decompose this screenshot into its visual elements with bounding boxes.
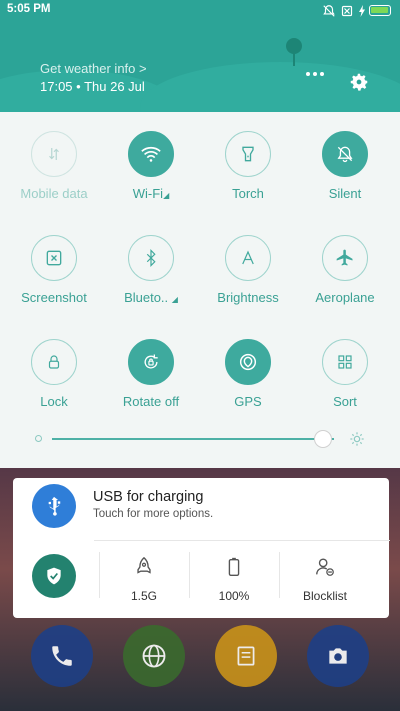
usb-icon <box>32 484 76 528</box>
tile-sort[interactable]: Sort <box>297 339 393 409</box>
brightness-low-icon <box>35 435 42 442</box>
battery-status-icon <box>369 5 391 16</box>
shield-check-icon <box>47 567 61 585</box>
screenshot-icon <box>31 235 77 281</box>
silent-status-icon <box>323 5 335 17</box>
notification-subtitle: Touch for more options. <box>93 508 214 520</box>
phone-icon <box>52 646 72 666</box>
quick-settings-header <box>0 0 400 118</box>
globe-icon <box>142 644 166 668</box>
torch-icon <box>225 131 271 177</box>
notes-icon <box>237 646 255 666</box>
status-time: 5:05 PM <box>7 3 51 15</box>
tile-gps[interactable]: GPS <box>200 339 296 409</box>
more-icon[interactable] <box>306 72 324 76</box>
brightness-high-icon <box>350 432 364 446</box>
tile-bluetooth[interactable]: Blueto.. ◢ <box>103 235 199 305</box>
grid-icon <box>322 339 368 385</box>
divider <box>279 552 280 598</box>
rocket-icon <box>137 556 151 574</box>
brightness-a-icon <box>225 235 271 281</box>
camera-icon <box>329 648 347 664</box>
silent-bell-icon <box>322 131 368 177</box>
aeroplane-icon <box>322 235 368 281</box>
charging-bolt-icon <box>359 5 365 17</box>
shortcut-memory-boost[interactable]: 1.5G <box>100 556 188 603</box>
battery-icon <box>228 557 240 576</box>
notification-title: USB for charging <box>93 489 204 505</box>
gps-icon <box>225 339 271 385</box>
tree-trunk-decoration <box>293 52 295 66</box>
tile-wifi[interactable]: Wi-Fi◢ <box>103 131 199 201</box>
tile-rotate-off[interactable]: Rotate off <box>103 339 199 409</box>
expand-arrow-icon: ◢ <box>171 295 178 304</box>
bluetooth-icon <box>128 235 174 281</box>
brightness-slider-track[interactable] <box>52 438 334 440</box>
weather-link[interactable]: Get weather info > <box>40 61 147 76</box>
notes-app-icon[interactable] <box>215 625 277 687</box>
blocklist-icon <box>316 558 334 576</box>
tile-torch[interactable]: Torch <box>200 131 296 201</box>
camera-app-icon[interactable] <box>307 625 369 687</box>
gear-icon[interactable] <box>348 71 370 93</box>
date-time: 17:05 • Thu 26 Jul <box>40 79 145 94</box>
tile-screenshot[interactable]: Screenshot <box>6 235 102 305</box>
lock-icon <box>31 339 77 385</box>
expand-arrow-icon: ◢ <box>163 191 170 200</box>
tile-mobile-data[interactable]: Mobile data <box>6 131 102 201</box>
browser-app-icon[interactable] <box>123 625 185 687</box>
divider <box>94 540 390 541</box>
shortcut-battery[interactable]: 100% <box>190 556 278 603</box>
wifi-icon <box>128 131 174 177</box>
tile-silent[interactable]: Silent <box>297 131 393 201</box>
tile-aeroplane[interactable]: Aeroplane <box>297 235 393 305</box>
tile-lock[interactable]: Lock <box>6 339 102 409</box>
phone-app-icon[interactable] <box>31 625 93 687</box>
mobile-data-icon <box>31 131 77 177</box>
brightness-slider-thumb[interactable] <box>313 430 332 448</box>
no-sim-icon <box>341 5 353 17</box>
shortcut-blocklist[interactable]: Blocklist <box>281 556 369 603</box>
security-shield-button[interactable] <box>32 554 76 598</box>
tile-brightness[interactable]: Brightness <box>200 235 296 305</box>
rotate-lock-icon <box>128 339 174 385</box>
